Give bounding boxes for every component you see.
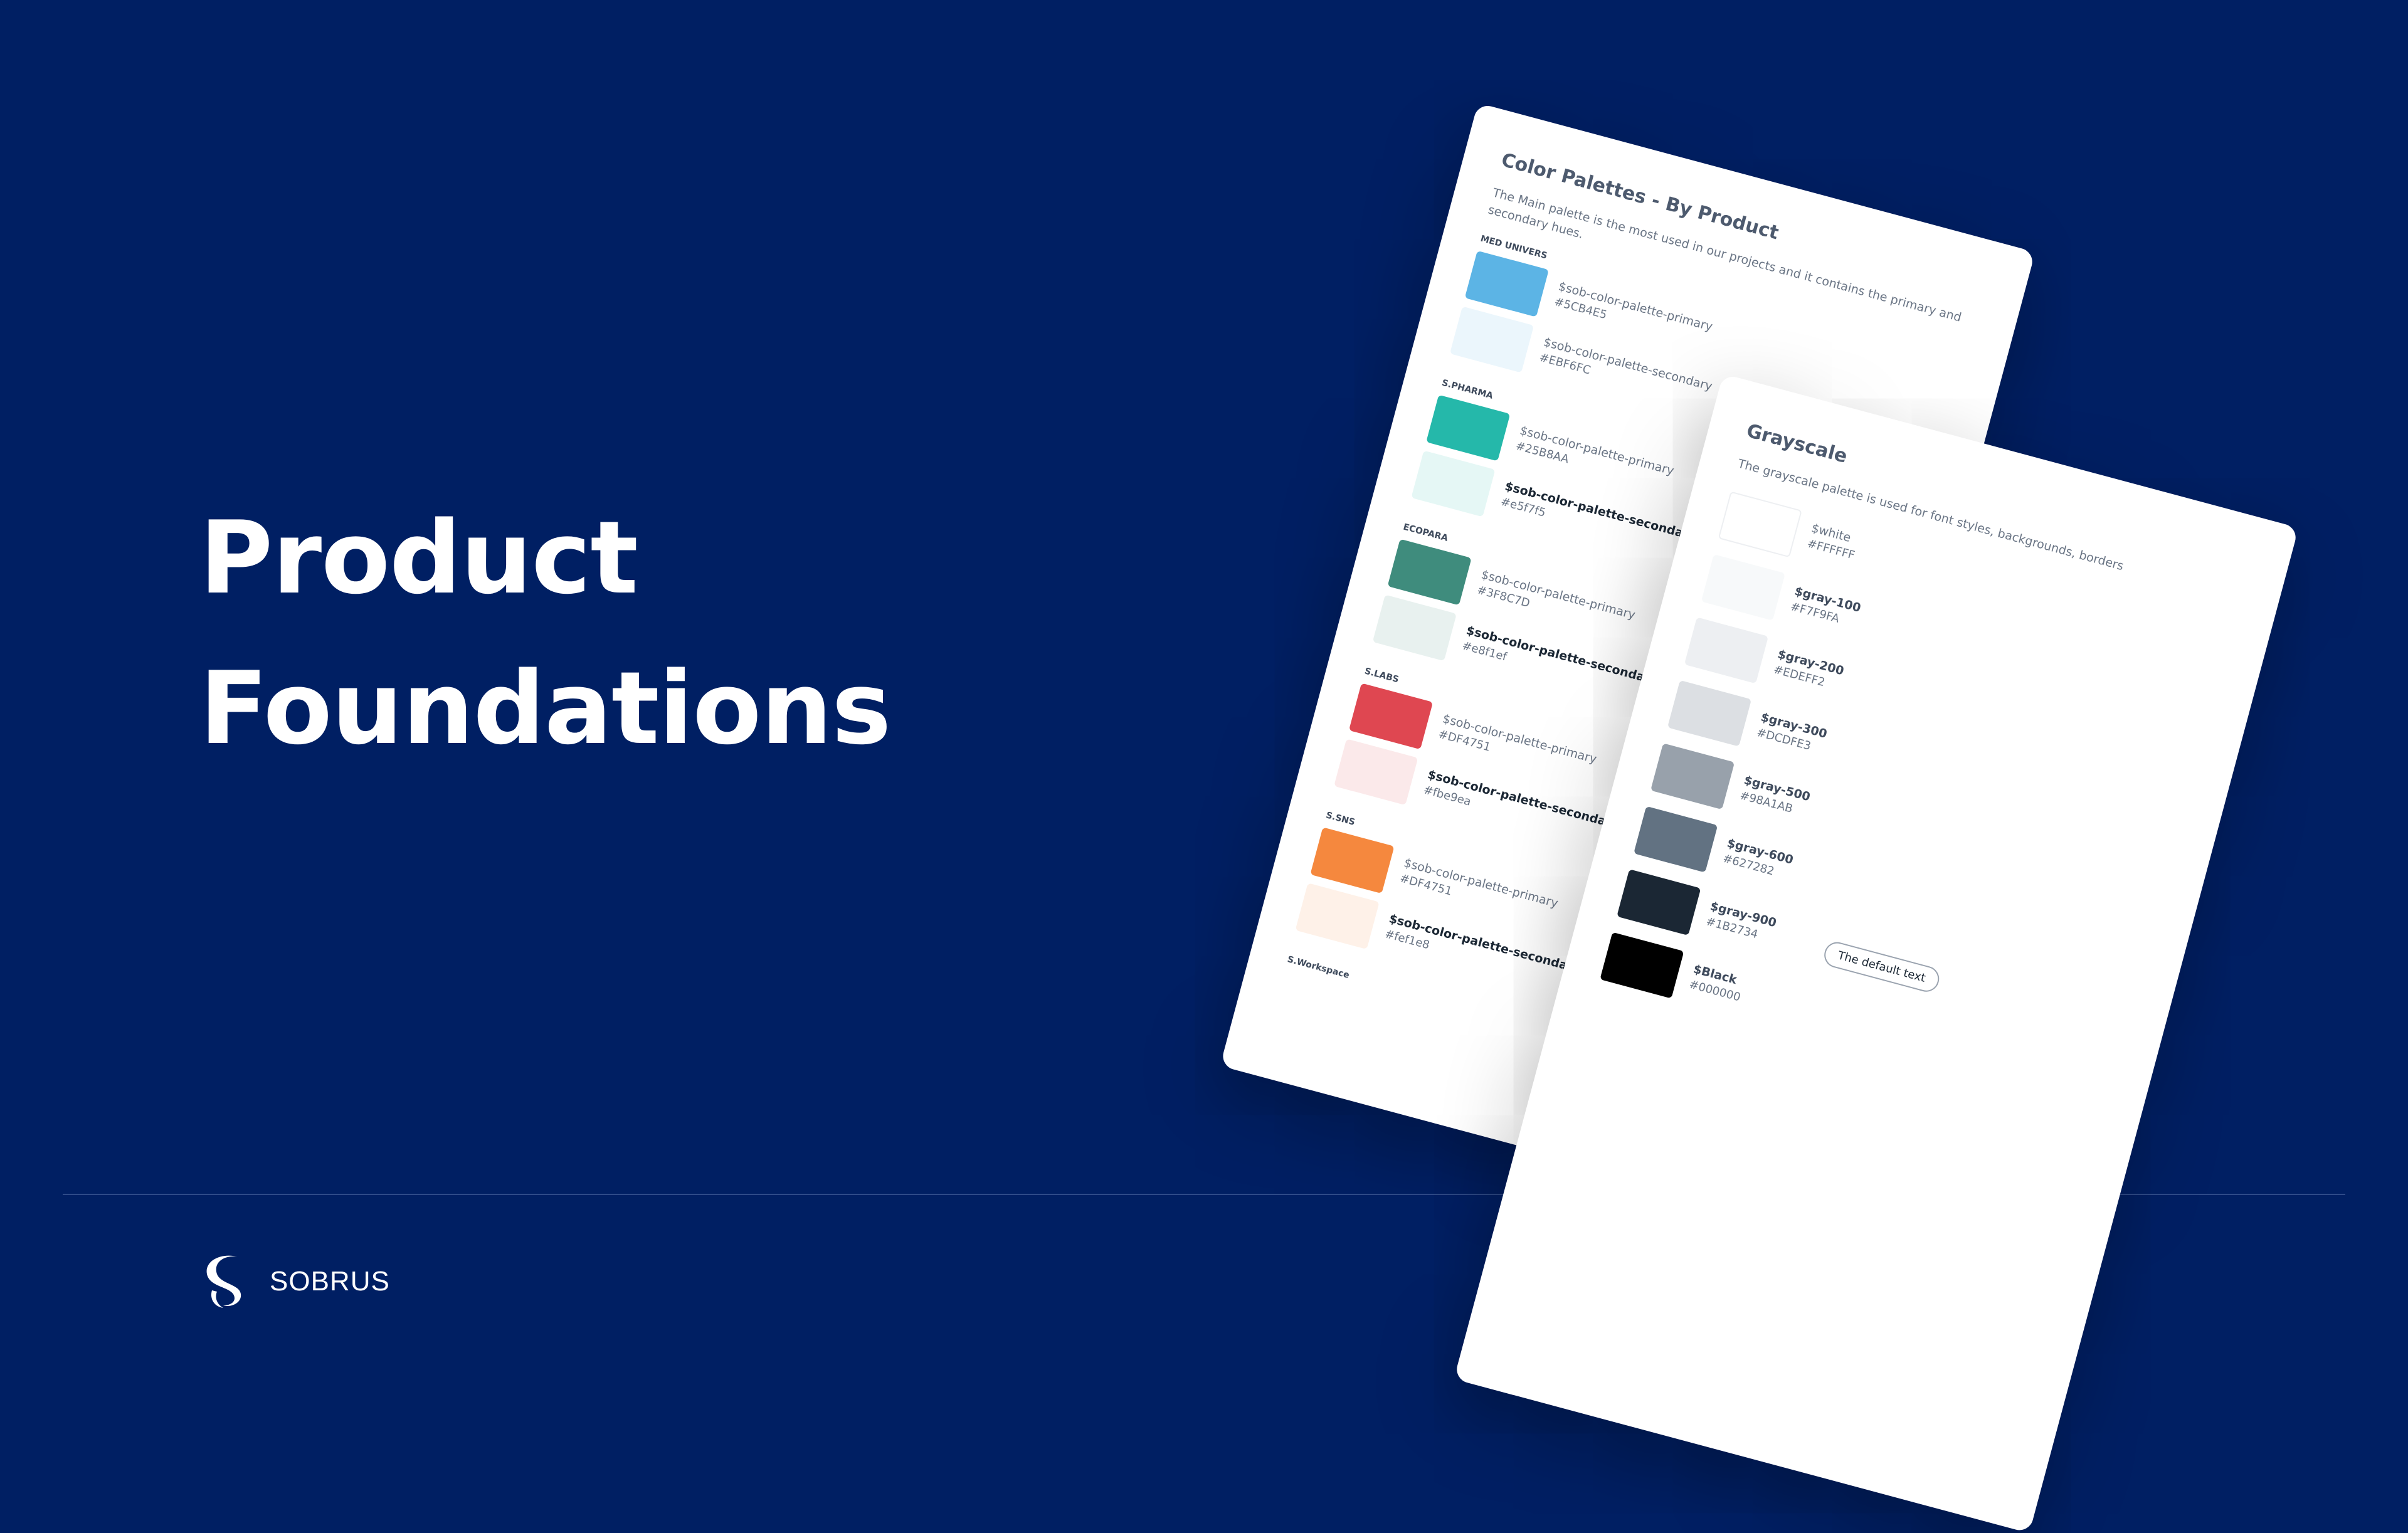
swatch-gray-900 [1617,869,1701,936]
group-label-s-labs: S.LABS [1363,666,1400,685]
brand-name: SOBRUS [270,1266,390,1297]
group-label-ecopara: ECOPARA [1402,522,1449,544]
token-gray-600: $gray-600 #627282 [1721,836,1795,878]
swatch-ecopara-primary [1387,539,1472,606]
token-ecopara-primary: $sob-color-palette-primary #3F8C7D [1476,567,1637,623]
sobrus-logo-icon [206,1255,241,1308]
page-title: Product Foundations [199,483,891,784]
token-gray-200: $gray-200 #EDEFF2 [1772,647,1846,690]
page-title-line-1: Product [199,499,638,616]
token-gray-300: $gray-300 #DCDFE3 [1755,710,1829,753]
swatch-black [1600,932,1684,999]
token-med-univers-primary: $sob-color-palette-primary #5CB4E5 [1553,279,1714,334]
swatch-med-univers-secondary [1449,306,1534,373]
swatch-gray-300 [1667,680,1752,747]
token-gray-100: $gray-100 #F7F9FA [1788,584,1862,626]
page-title-line-2: Foundations [199,650,891,767]
swatch-s-pharma-secondary [1411,450,1496,517]
token-white: $white #FFFFFF [1805,521,1856,562]
token-black: $Black #000000 [1687,962,1742,1004]
swatch-s-sns-primary [1310,827,1395,894]
swatch-gray-600 [1634,806,1718,873]
swatch-s-labs-secondary [1334,739,1418,806]
token-s-labs-primary: $sob-color-palette-primary #DF4751 [1437,712,1598,767]
token-s-pharma-primary: $sob-color-palette-primary #25B8AA [1514,423,1676,478]
swatch-med-univers-primary [1464,250,1549,317]
brand-logo: SOBRUS [198,1251,390,1312]
group-label-s-sns: S.SNS [1324,810,1356,828]
swatch-s-sns-secondary [1295,883,1380,950]
token-gray-900: $gray-900 #1B2734 [1704,899,1778,942]
swatch-white [1718,491,1802,558]
swatch-ecopara-secondary [1372,594,1457,661]
swatch-gray-500 [1650,743,1735,810]
token-gray-500: $gray-500 #98A1AB [1738,773,1812,816]
default-text-badge: The default text [1821,939,1942,995]
swatch-gray-200 [1684,617,1769,684]
swatch-gray-100 [1701,554,1785,621]
group-label-s-workspace: S.Workspace [1286,954,1351,981]
swatch-s-labs-primary [1348,683,1434,750]
token-s-sns-primary: $sob-color-palette-primary #DF4751 [1398,856,1560,911]
swatch-s-pharma-primary [1426,394,1511,461]
